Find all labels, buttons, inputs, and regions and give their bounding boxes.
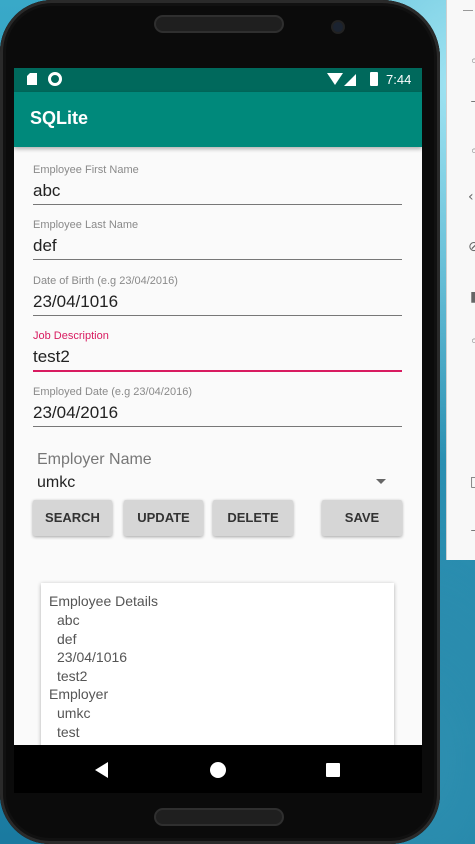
side-toolbar-icon[interactable]: ⊘ [468, 240, 475, 254]
side-toolbar-icon[interactable]: ‹ [468, 190, 474, 204]
employed-date-underline [33, 426, 402, 427]
phone-frame: 7:44 SQLite Employee First Name abc Empl… [0, 0, 440, 844]
last-name-label: Employee Last Name [33, 219, 139, 231]
navigation-bar [14, 745, 422, 793]
last-name-value[interactable]: def [33, 236, 57, 256]
employer-spinner[interactable]: umkc [37, 474, 75, 492]
search-button[interactable]: SEARCH [33, 500, 112, 536]
detail-line: umkc [57, 705, 91, 721]
detail-line: def [57, 631, 77, 647]
side-toolbar-icon[interactable]: ◦ [470, 55, 475, 69]
back-icon[interactable] [95, 762, 108, 778]
sync-icon [48, 72, 62, 86]
job-description-underline [33, 370, 402, 372]
status-bar: 7:44 [14, 68, 422, 92]
app-title: SQLite [30, 108, 89, 128]
app-bar: SQLite [14, 92, 422, 147]
first-name-label: Employee First Name [33, 164, 139, 176]
job-description-value[interactable]: test2 [33, 347, 70, 367]
employee-details-header: Employee Details [49, 593, 158, 609]
side-toolbar-icon[interactable]: ◦ [470, 145, 475, 159]
save-button[interactable]: SAVE [322, 500, 402, 536]
employer-header: Employer [49, 686, 109, 702]
phone-screen: 7:44 SQLite Employee First Name abc Empl… [14, 68, 422, 793]
employer-name-label: Employer Name [37, 451, 152, 468]
dob-label: Date of Birth (e.g 23/04/2016) [33, 275, 178, 287]
home-icon[interactable] [210, 762, 226, 778]
employed-date-value[interactable]: 23/04/2016 [33, 403, 118, 423]
delete-button[interactable]: DELETE [213, 500, 293, 536]
phone-camera [333, 22, 343, 32]
signal-icon [344, 74, 356, 86]
update-button[interactable]: UPDATE [124, 500, 203, 536]
status-time: 7:44 [386, 72, 412, 87]
side-toolbar-icon[interactable]: ◦ [470, 335, 475, 349]
recent-apps-icon[interactable] [326, 763, 340, 777]
wifi-icon [327, 73, 343, 85]
dob-value[interactable]: 23/04/1016 [33, 292, 118, 312]
dropdown-arrow-icon[interactable] [376, 479, 386, 484]
phone-speaker-bottom [154, 808, 284, 826]
last-name-underline [33, 259, 402, 260]
side-toolbar-icon[interactable]: ▯ [470, 475, 475, 489]
detail-line: 23/04/1016 [57, 649, 128, 665]
battery-icon [370, 72, 378, 86]
sd-card-icon [27, 73, 37, 85]
dob-underline [33, 315, 402, 316]
side-toolbar-icon[interactable]: ⊤ [470, 100, 475, 114]
detail-line: test [57, 724, 80, 740]
employed-date-label: Employed Date (e.g 23/04/2016) [33, 386, 192, 398]
window-edge-line [463, 10, 473, 11]
side-toolbar-icon[interactable]: ■ [470, 290, 475, 304]
first-name-underline [33, 204, 402, 205]
job-description-label: Job Description [33, 330, 109, 342]
first-name-value[interactable]: abc [33, 181, 60, 201]
side-toolbar-icon[interactable]: ⊥ [470, 520, 475, 534]
detail-line: abc [57, 612, 80, 628]
detail-line: test2 [57, 668, 88, 684]
phone-speaker-top [154, 15, 284, 33]
